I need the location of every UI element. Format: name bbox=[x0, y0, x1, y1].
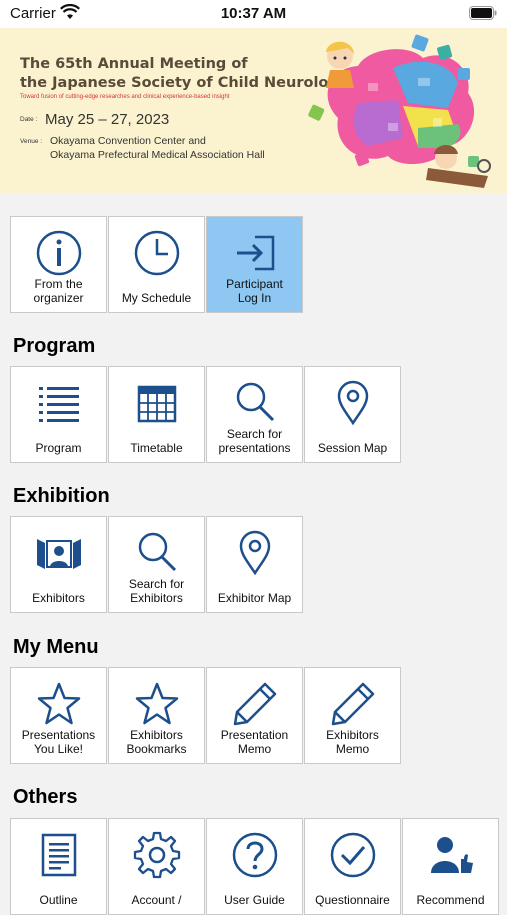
brain-puzzle-illustration bbox=[308, 34, 491, 188]
tile-label: Session Map bbox=[317, 441, 388, 455]
tile-label: Search for presentations bbox=[218, 427, 291, 455]
clock-icon bbox=[134, 230, 179, 276]
tile-label: Timetable bbox=[130, 441, 183, 455]
tile-label: Exhibitors Memo bbox=[326, 728, 379, 756]
participant-login-button[interactable]: Participant Log In bbox=[206, 216, 303, 313]
tile-label: Questionnaire bbox=[315, 893, 390, 907]
battery-icon bbox=[469, 6, 497, 20]
section-title-exhibition: Exhibition bbox=[13, 485, 110, 507]
session-map-button[interactable]: Session Map bbox=[304, 366, 401, 463]
info-icon bbox=[36, 230, 81, 276]
presentations-liked-button[interactable]: Presentations You Like! bbox=[10, 667, 107, 764]
tile-label: From the organizer bbox=[33, 277, 84, 305]
search-presentations-button[interactable]: Search for presentations bbox=[206, 366, 303, 463]
login-icon bbox=[236, 235, 274, 271]
search-icon bbox=[236, 382, 274, 422]
tile-label: Presentations You Like! bbox=[21, 728, 96, 756]
user-guide-button[interactable]: User Guide bbox=[206, 818, 303, 915]
tile-label: Exhibitors Bookmarks bbox=[126, 728, 187, 756]
tile-label: Search for Exhibitors bbox=[128, 577, 185, 605]
banner-venue-label: Venue : bbox=[20, 138, 43, 145]
outline-button[interactable]: Outline bbox=[10, 818, 107, 915]
search-exhibitors-button[interactable]: Search for Exhibitors bbox=[108, 516, 205, 613]
from-organizer-button[interactable]: From the organizer bbox=[10, 216, 107, 313]
pencil-icon bbox=[233, 682, 276, 726]
star-icon bbox=[37, 682, 80, 725]
banner-venue-line1: Okayama Convention Center and bbox=[50, 135, 206, 147]
map-pin-icon bbox=[337, 380, 368, 426]
banner-date: May 25 – 27, 2023 bbox=[45, 111, 170, 128]
my-schedule-button[interactable]: My Schedule bbox=[108, 216, 205, 313]
section-title-my-menu: My Menu bbox=[13, 636, 99, 658]
exhibitors-button[interactable]: Exhibitors bbox=[10, 516, 107, 613]
recommend-icon bbox=[430, 837, 473, 873]
event-banner: The 65th Annual Meeting of the Japanese … bbox=[0, 28, 507, 194]
questionnaire-button[interactable]: Questionnaire bbox=[304, 818, 401, 915]
calendar-icon bbox=[137, 385, 176, 423]
account-button[interactable]: Account / bbox=[108, 818, 205, 915]
tile-label: Program bbox=[35, 441, 82, 455]
check-circle-icon bbox=[330, 832, 375, 878]
banner-subtitle: Toward fusion of cutting-edge researches… bbox=[20, 94, 230, 100]
help-icon bbox=[232, 832, 277, 878]
pencil-icon bbox=[331, 682, 374, 726]
clock-time: 10:37 AM bbox=[220, 5, 287, 22]
section-title-others: Others bbox=[13, 786, 78, 808]
map-pin-icon bbox=[239, 530, 270, 576]
exhibitor-icon bbox=[36, 539, 81, 569]
star-icon bbox=[135, 682, 178, 725]
status-bar: Carrier 10:37 AM bbox=[0, 0, 507, 28]
timetable-button[interactable]: Timetable bbox=[108, 366, 205, 463]
tile-label: Exhibitors bbox=[32, 591, 85, 605]
list-icon bbox=[38, 387, 79, 422]
tile-label: Outline bbox=[39, 893, 78, 907]
tile-label: Account / bbox=[131, 893, 182, 907]
tile-label: Participant Log In bbox=[226, 277, 283, 305]
tile-label: Presentation Memo bbox=[220, 728, 289, 756]
exhibitor-map-button[interactable]: Exhibitor Map bbox=[206, 516, 303, 613]
recommend-button[interactable]: Recommend bbox=[402, 818, 499, 915]
tile-label: User Guide bbox=[224, 893, 285, 907]
presentation-memo-button[interactable]: Presentation Memo bbox=[206, 667, 303, 764]
banner-date-label: Date : bbox=[20, 116, 38, 123]
exhibitors-bookmarks-button[interactable]: Exhibitors Bookmarks bbox=[108, 667, 205, 764]
search-icon bbox=[138, 532, 176, 572]
tile-label: My Schedule bbox=[121, 291, 192, 305]
tile-label: Recommend bbox=[416, 893, 485, 907]
tile-label: Exhibitor Map bbox=[217, 591, 292, 605]
exhibitors-memo-button[interactable]: Exhibitors Memo bbox=[304, 667, 401, 764]
document-icon bbox=[41, 833, 76, 877]
gear-icon bbox=[133, 831, 180, 879]
program-button[interactable]: Program bbox=[10, 366, 107, 463]
section-title-program: Program bbox=[13, 335, 96, 357]
banner-venue-line2: Okayama Prefectural Medical Association … bbox=[50, 149, 265, 161]
